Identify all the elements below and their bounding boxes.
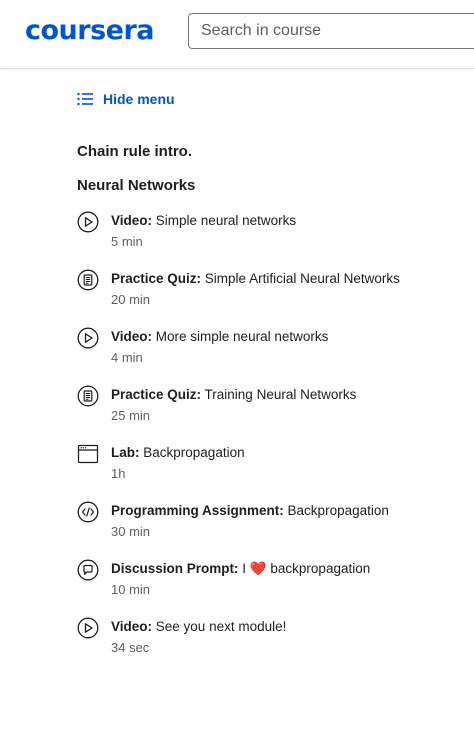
item-duration: 10 min [111, 582, 151, 597]
module-item-quiz-simple-artificial-neural-networks[interactable]: Practice Quiz: Simple Artificial Neural … [77, 269, 467, 319]
item-title: Video: See you next module! [111, 619, 287, 634]
module-item-discussion-prompt-backpropagation[interactable]: Discussion Prompt: I ❤️ backpropagation … [77, 559, 467, 609]
module-item-lab-backpropagation[interactable]: Lab: Backpropagation 1h [77, 443, 467, 493]
item-duration: 5 min [111, 234, 143, 249]
list-icon [77, 92, 93, 106]
item-title: Programming Assignment: Backpropagation [111, 503, 389, 518]
item-title: Discussion Prompt: I ❤️ backpropagation [111, 561, 371, 576]
item-title: Video: More simple neural networks [111, 329, 329, 344]
item-title: Video: Simple neural networks [111, 213, 297, 228]
item-title: Practice Quiz: Training Neural Networks [111, 387, 357, 402]
code-icon [77, 501, 99, 523]
hide-menu-label: Hide menu [103, 91, 175, 107]
module-title: Neural Networks [77, 177, 196, 194]
lab-window-icon [77, 443, 99, 465]
lesson-title[interactable]: Chain rule intro. [77, 143, 192, 160]
top-header: coursera [0, 0, 474, 69]
quiz-icon [77, 269, 99, 291]
item-duration: 30 min [111, 524, 151, 539]
quiz-icon [77, 385, 99, 407]
play-icon [77, 327, 99, 349]
item-title: Lab: Backpropagation [111, 445, 245, 460]
module-item-quiz-training-neural-networks[interactable]: Practice Quiz: Training Neural Networks … [77, 385, 467, 435]
heart-emoji: ❤️ [249, 561, 267, 576]
module-item-video-see-you-next-module[interactable]: Video: See you next module! 34 sec [77, 617, 467, 667]
play-icon [77, 211, 99, 233]
item-duration: 4 min [111, 350, 143, 365]
module-item-video-more-simple-neural-networks[interactable]: Video: More simple neural networks 4 min [77, 327, 467, 377]
chat-bubble-icon [77, 559, 99, 581]
item-duration: 1h [111, 466, 126, 481]
module-item-programming-assignment-backpropagation[interactable]: Programming Assignment: Backpropagation … [77, 501, 467, 551]
module-item-video-simple-neural-networks[interactable]: Video: Simple neural networks 5 min [77, 211, 467, 261]
coursera-logo[interactable]: coursera [25, 15, 155, 46]
item-title: Practice Quiz: Simple Artificial Neural … [111, 271, 400, 286]
item-duration: 34 sec [111, 640, 150, 655]
hide-menu-button[interactable]: Hide menu [77, 91, 175, 107]
item-duration: 20 min [111, 292, 151, 307]
play-icon [77, 617, 99, 639]
item-duration: 25 min [111, 408, 151, 423]
search-in-course-input[interactable] [188, 13, 474, 49]
